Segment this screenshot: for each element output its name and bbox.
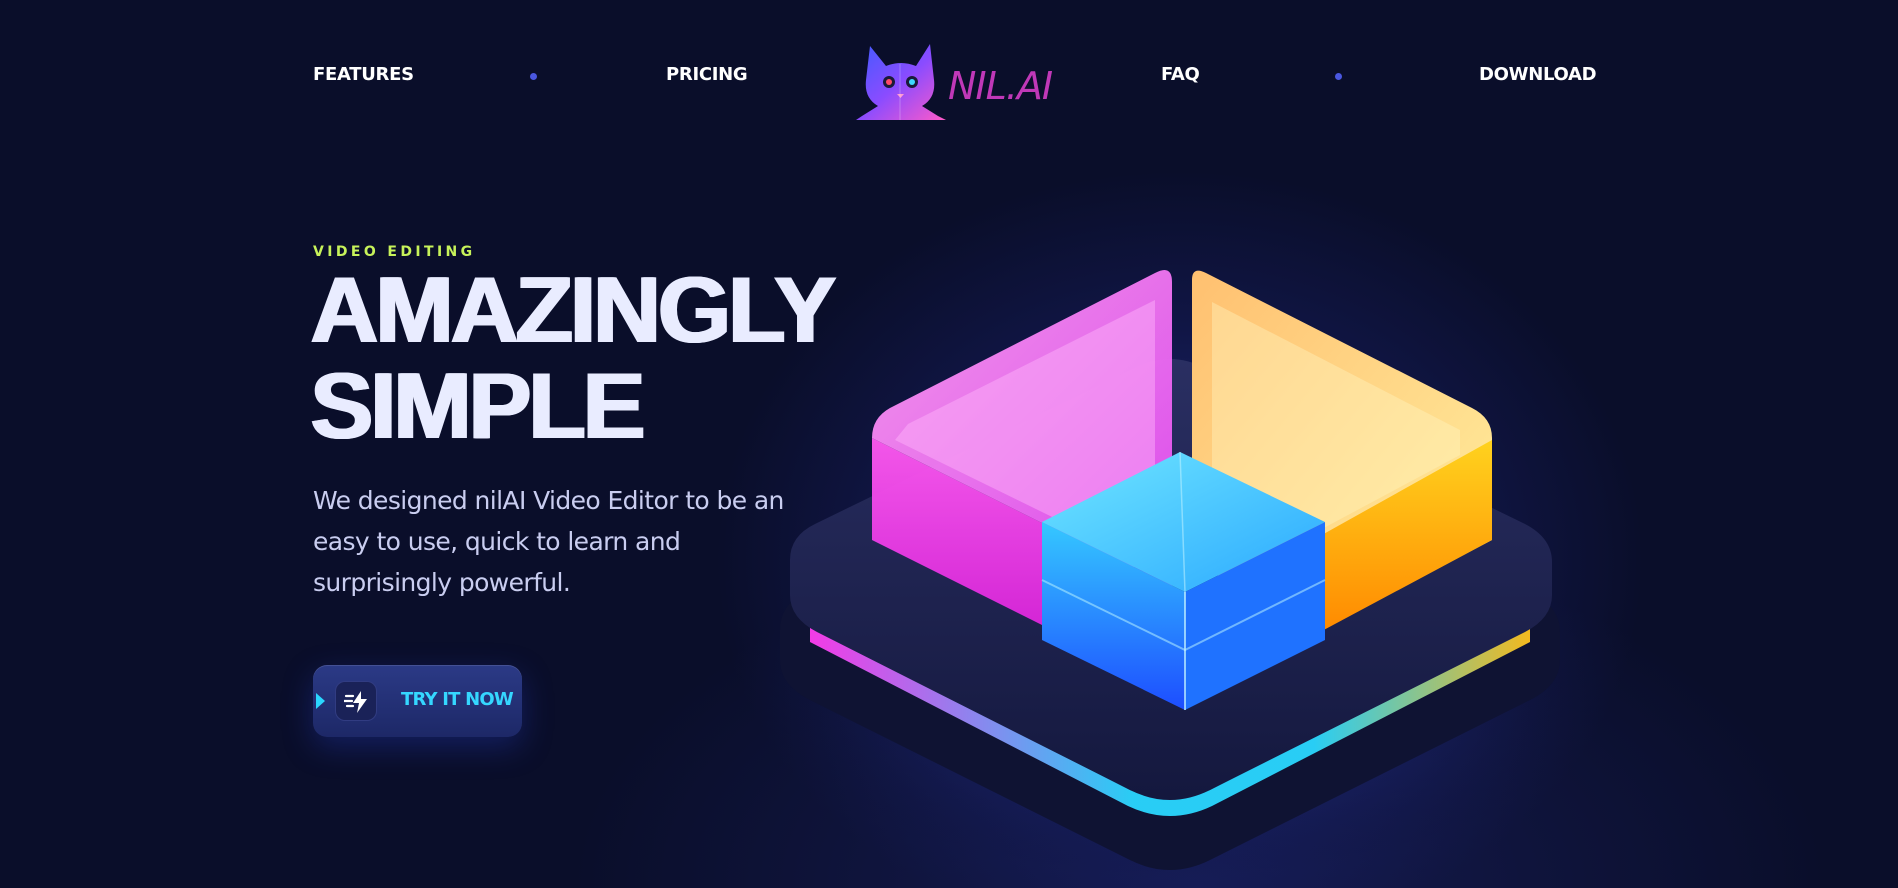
- nav-features-link[interactable]: FEATURES: [313, 64, 414, 85]
- nav-download-link[interactable]: DOWNLOAD: [1479, 64, 1597, 85]
- brand-logo-text: NIL.AI: [948, 64, 1053, 108]
- hero-headline-line-1: AMAZINGLY: [310, 257, 836, 362]
- hero-headline: AMAZINGLY SIMPLE: [310, 257, 836, 458]
- hero-description: We designed nilAI Video Editor to be an …: [313, 486, 784, 597]
- nav-pricing-link[interactable]: PRICING: [666, 64, 748, 85]
- try-it-now-button[interactable]: TRY IT NOW: [313, 665, 522, 737]
- cta-label: TRY IT NOW: [401, 689, 514, 710]
- landing-page: FEATURES PRICING NIL.AI FAQ DOWNLOAD VID…: [0, 0, 1898, 888]
- hero-illustration: [760, 270, 1600, 880]
- nav-separator-dot: [530, 73, 537, 80]
- play-icon: [316, 693, 325, 709]
- brand-logo[interactable]: NIL.AI: [856, 40, 1053, 120]
- nav-faq-link[interactable]: FAQ: [1161, 64, 1200, 85]
- lightning-icon: [335, 681, 377, 721]
- nav-separator-dot: [1335, 73, 1342, 80]
- cat-head-icon: [856, 44, 946, 120]
- hero-headline-line-2: SIMPLE: [310, 353, 645, 458]
